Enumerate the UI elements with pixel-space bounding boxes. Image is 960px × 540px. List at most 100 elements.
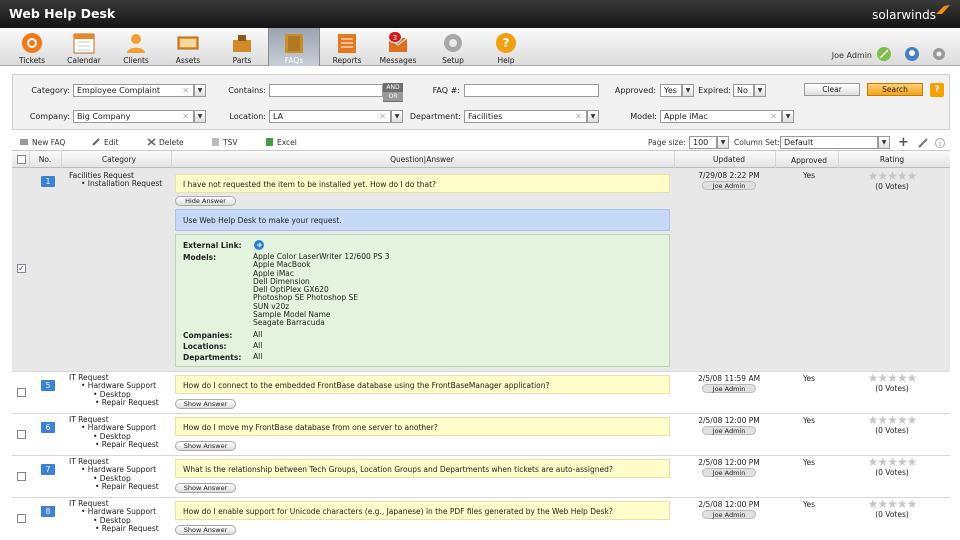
nav-tickets[interactable]: Tickets — [14, 28, 50, 66]
select-all-checkbox[interactable] — [17, 155, 26, 164]
nav-setup[interactable]: Setup — [436, 28, 470, 66]
nav-faqs[interactable]: FAQs — [268, 28, 320, 66]
table-row[interactable]: 8 IT Request • Hardware Support • Desktop •… — [12, 498, 950, 540]
row-checkbox[interactable] — [17, 514, 26, 523]
expired-dropdown[interactable]: ▼ — [754, 84, 766, 97]
col-approved[interactable]: Approved — [782, 156, 836, 165]
clear-location-icon[interactable]: ✕ — [379, 111, 386, 122]
search-button[interactable]: Search — [867, 83, 923, 96]
location-dropdown[interactable]: ▼ — [391, 110, 403, 123]
export-excel-button[interactable]: Excel — [265, 138, 297, 147]
col-no[interactable]: No. — [34, 155, 56, 164]
faq-number[interactable]: 7 — [41, 464, 55, 475]
updated-by[interactable]: Joe Admin — [702, 468, 756, 477]
row-checkbox[interactable] — [17, 430, 26, 439]
edit-button[interactable]: Edit — [92, 138, 119, 147]
col-category[interactable]: Category — [74, 155, 164, 164]
table-row[interactable]: 6 IT Request • Hardware Support • Desktop •… — [12, 414, 950, 456]
clear-button[interactable]: Clear — [804, 83, 860, 96]
faq-question[interactable]: How do I move my FrontBase database from… — [175, 417, 670, 436]
new-faq-icon — [20, 139, 28, 145]
rating[interactable]: ★★★★★ (0 Votes) — [854, 170, 930, 191]
user-status-icon[interactable] — [904, 46, 920, 62]
model-field[interactable]: Apple iMac ✕ — [660, 110, 782, 123]
info-icon[interactable] — [935, 138, 945, 148]
current-user[interactable]: Joe Admin — [832, 51, 872, 60]
nav-parts[interactable]: Parts — [224, 28, 260, 66]
faq-question[interactable]: I have not requested the item to be inst… — [175, 174, 670, 193]
category-field[interactable]: Employee Complaint ✕ — [73, 84, 194, 97]
rating-stars-icon[interactable]: ★★★★★ — [854, 414, 930, 426]
nav-assets[interactable]: Assets — [170, 28, 206, 66]
page-size-dropdown[interactable]: ▼ — [717, 136, 729, 149]
wand-icon[interactable] — [876, 46, 892, 62]
rating[interactable]: ★★★★★ (0 Votes) — [854, 456, 930, 477]
external-link-arrow-icon[interactable] — [254, 240, 264, 250]
department-dropdown[interactable]: ▼ — [587, 110, 599, 123]
new-faq-button[interactable]: New FAQ — [20, 138, 65, 147]
updated-by[interactable]: Joe Admin — [702, 181, 756, 190]
department-field[interactable]: Facilities ✕ — [464, 110, 587, 123]
page-size-select[interactable]: 100 — [689, 136, 717, 149]
faq-number[interactable]: 5 — [41, 380, 55, 391]
export-tsv-button[interactable]: TSV — [211, 138, 237, 147]
column-set-select[interactable]: Default — [780, 136, 878, 149]
expired-select[interactable]: No — [733, 84, 754, 97]
rating-stars-icon[interactable]: ★★★★★ — [854, 372, 930, 384]
clear-category-icon[interactable]: ✕ — [182, 85, 189, 96]
contains-input[interactable] — [269, 84, 383, 97]
clear-department-icon[interactable]: ✕ — [575, 111, 582, 122]
col-rating[interactable]: Rating — [854, 155, 930, 164]
rating-stars-icon[interactable]: ★★★★★ — [854, 498, 930, 510]
add-column-set-icon[interactable]: + — [898, 135, 909, 150]
clear-company-icon[interactable]: ✕ — [182, 111, 189, 122]
row-checkbox[interactable]: ✓ — [17, 264, 26, 273]
nav-reports[interactable]: Reports — [329, 28, 365, 66]
approved-select[interactable]: Yes — [660, 84, 682, 97]
show-answer-button[interactable]: Show Answer — [175, 525, 236, 535]
clear-model-icon[interactable]: ✕ — [770, 111, 777, 122]
model-dropdown[interactable]: ▼ — [782, 110, 794, 123]
faq-question[interactable]: What is the relationship between Tech Gr… — [175, 459, 670, 478]
category-dropdown[interactable]: ▼ — [194, 84, 206, 97]
row-checkbox[interactable] — [17, 472, 26, 481]
edit-column-set-icon[interactable] — [918, 138, 928, 148]
faq-question[interactable]: How do I enable support for Unicode char… — [175, 501, 670, 520]
faq-number-input[interactable] — [464, 84, 599, 97]
show-answer-button[interactable]: Show Answer — [175, 399, 236, 409]
updated-by[interactable]: Joe Admin — [702, 510, 756, 519]
rating[interactable]: ★★★★★ (0 Votes) — [854, 372, 930, 393]
updated-by[interactable]: Joe Admin — [702, 426, 756, 435]
col-question-answer[interactable]: Question|Answer — [342, 155, 502, 164]
show-answer-button[interactable]: Show Answer — [175, 483, 236, 493]
rating[interactable]: ★★★★★ (0 Votes) — [854, 414, 930, 435]
hide-answer-button[interactable]: Hide Answer — [175, 196, 236, 206]
faq-number[interactable]: 1 — [41, 176, 55, 187]
preferences-gear-icon[interactable] — [931, 46, 947, 62]
nav-messages[interactable]: 3 Messages — [378, 28, 418, 66]
delete-button[interactable]: Delete — [147, 138, 184, 147]
faq-number[interactable]: 6 — [41, 422, 55, 433]
help-question-button[interactable]: ? — [930, 83, 944, 97]
rating-stars-icon[interactable]: ★★★★★ — [854, 170, 930, 182]
rating[interactable]: ★★★★★ (0 Votes) — [854, 498, 930, 519]
table-row[interactable]: 5 IT Request • Hardware Support • Desktop •… — [12, 372, 950, 414]
rating-stars-icon[interactable]: ★★★★★ — [854, 456, 930, 468]
nav-calendar[interactable]: Calendar — [65, 28, 103, 66]
faq-number[interactable]: 8 — [41, 506, 55, 517]
nav-help[interactable]: ? Help — [489, 28, 523, 66]
show-answer-button[interactable]: Show Answer — [175, 441, 236, 451]
company-field[interactable]: Big Company ✕ — [73, 110, 194, 123]
and-or-toggle[interactable]: AND OR — [383, 83, 403, 102]
updated-by[interactable]: Joe Admin — [702, 384, 756, 393]
location-field[interactable]: LA ✕ — [269, 110, 391, 123]
company-dropdown[interactable]: ▼ — [194, 110, 206, 123]
faq-question[interactable]: How do I connect to the embedded FrontBa… — [175, 375, 670, 394]
table-row[interactable]: 1 Facilities Request • Installation Requ… — [12, 168, 950, 372]
nav-clients[interactable]: Clients — [118, 28, 154, 66]
row-checkbox[interactable] — [17, 388, 26, 397]
approved-dropdown[interactable]: ▼ — [682, 84, 694, 97]
table-row[interactable]: 7 IT Request • Hardware Support • Desktop •… — [12, 456, 950, 498]
col-updated[interactable]: Updated — [695, 155, 763, 164]
column-set-dropdown[interactable]: ▼ — [878, 136, 890, 149]
